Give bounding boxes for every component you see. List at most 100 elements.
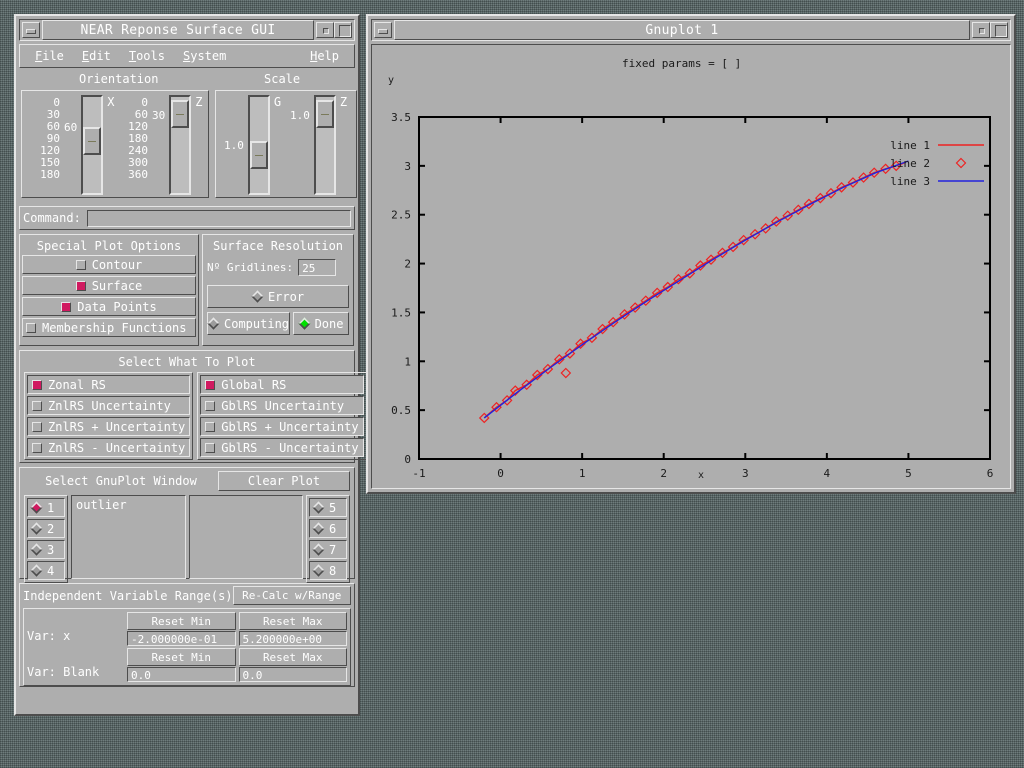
- min-x-input[interactable]: -2.000000e-01: [127, 631, 236, 646]
- orientation-title: Orientation: [79, 72, 159, 86]
- svg-text:-1: -1: [412, 467, 425, 480]
- scale-z-axis-label: Z: [339, 95, 348, 109]
- radio-1-diamond-icon: [30, 501, 43, 514]
- reset-max-blank-button[interactable]: Reset Max: [238, 648, 347, 666]
- zonal-rs-column: Zonal RS ZnlRS Uncertainty ZnlRS + Uncer…: [24, 372, 194, 460]
- gnuplot-minimize-icon[interactable]: [374, 22, 392, 38]
- checkbox-znlrs-minus-uncertainty[interactable]: ZnlRS - Uncertainty: [27, 438, 191, 457]
- gridlines-input[interactable]: 25: [298, 259, 337, 276]
- max-x-input[interactable]: 5.200000e+00: [238, 631, 347, 646]
- contour-checkbox-icon: [75, 259, 86, 270]
- checkbox-znlrs-uncertainty[interactable]: ZnlRS Uncertainty: [27, 396, 191, 415]
- surface-resolution-group: Surface Resolution Nº Gridlines: 25 Erro…: [202, 234, 354, 346]
- radio-3-diamond-icon: [30, 543, 43, 556]
- data-points-checkbox-icon: [61, 301, 72, 312]
- max-blank-input[interactable]: 0.0: [238, 667, 347, 682]
- svg-text:1: 1: [579, 467, 586, 480]
- scale-g-slider[interactable]: [247, 95, 270, 195]
- orientation-x-slider[interactable]: [81, 95, 104, 195]
- checkbox-zonal-rs[interactable]: Zonal RS: [27, 375, 191, 394]
- gridlines-label: Nº Gridlines:: [207, 261, 294, 274]
- menu-edit[interactable]: Edit: [73, 47, 120, 65]
- checkbox-surface[interactable]: Surface: [22, 276, 196, 295]
- gnuplot-radio-8[interactable]: 8: [309, 561, 347, 580]
- gnuplot-canvas[interactable]: fixed params = [ ] y x -1 0 1 2 3 4 5 6 0 0.5 1 1.5…: [371, 44, 1011, 489]
- orientation-group: 0 30 60 90 120 150 180 60 X 0 60 120 180…: [21, 90, 209, 198]
- error-indicator[interactable]: Error: [207, 285, 349, 308]
- command-input[interactable]: [86, 209, 351, 227]
- radio-7-diamond-icon: [312, 543, 325, 556]
- gnuplot-radio-7[interactable]: 7: [309, 540, 347, 559]
- checkbox-gblrs-minus-uncertainty[interactable]: GblRS - Uncertainty: [200, 438, 364, 457]
- independent-ranges-title: Independent Variable Range(s): [23, 588, 233, 603]
- orientation-z-slider[interactable]: [169, 95, 192, 195]
- svg-text:2: 2: [660, 467, 667, 480]
- checkbox-znlrs-plus-uncertainty[interactable]: ZnlRS + Uncertainty: [27, 417, 191, 436]
- surface-checkbox-icon: [75, 280, 86, 291]
- recalc-with-range-button[interactable]: Re-Calc w/Range: [232, 586, 351, 605]
- reset-max-x-button[interactable]: Reset Max: [238, 612, 347, 630]
- menu-help[interactable]: Help: [301, 47, 348, 65]
- orientation-z-axis-label: Z: [195, 95, 203, 109]
- surface-resolution-title: Surface Resolution: [212, 239, 344, 253]
- gnuplot-window[interactable]: Gnuplot 1 fixed params = [ ] y x -1 0 1 2 3 4…: [366, 14, 1016, 494]
- scale-g-value: 1.0: [224, 139, 244, 152]
- checkbox-gblrs-uncertainty[interactable]: GblRS Uncertainty: [200, 396, 364, 415]
- gnuplot-radio-2[interactable]: 2: [27, 519, 65, 538]
- gnuplot-restore-icon[interactable]: [972, 22, 990, 38]
- svg-text:0: 0: [404, 453, 411, 466]
- clear-plot-button[interactable]: Clear Plot: [218, 471, 350, 491]
- computing-diamond-icon: [207, 317, 220, 330]
- radio-2-diamond-icon: [30, 522, 43, 535]
- near-response-surface-window[interactable]: NEAR Reponse Surface GUI FFileile Edit T…: [14, 14, 367, 716]
- orientation-x-axis-label: X: [107, 95, 115, 109]
- svg-text:1.5: 1.5: [391, 306, 411, 319]
- minimize-icon[interactable]: [22, 22, 40, 38]
- maximize-icon[interactable]: [334, 22, 352, 38]
- zonal-rs-checkbox-icon: [32, 379, 42, 390]
- gnuplot-radio-5[interactable]: 5: [309, 498, 347, 517]
- scale-z-slider[interactable]: [313, 95, 336, 195]
- checkbox-membership-functions[interactable]: Membership Functions: [22, 318, 196, 337]
- checkbox-global-rs[interactable]: Global RS: [200, 375, 364, 394]
- window-titlebar[interactable]: NEAR Reponse Surface GUI: [19, 19, 355, 41]
- reset-min-blank-button[interactable]: Reset Min: [127, 648, 236, 666]
- gblrs-plus-uncertainty-checkbox-icon: [205, 421, 216, 432]
- checkbox-gblrs-plus-uncertainty[interactable]: GblRS + Uncertainty: [200, 417, 364, 436]
- gnuplot-titlebar[interactable]: Gnuplot 1: [371, 19, 1011, 41]
- radio-6-diamond-icon: [312, 522, 325, 535]
- menubar: FFileile Edit Tools System Help: [19, 44, 355, 68]
- svg-text:0: 0: [497, 467, 504, 480]
- restore-icon[interactable]: [316, 22, 334, 38]
- radio-5-diamond-icon: [312, 501, 325, 514]
- reset-min-x-button[interactable]: Reset Min: [127, 612, 236, 630]
- ranges-table: Var: x Reset Min Reset Max -2.000000e-01…: [23, 608, 351, 686]
- svg-text:5: 5: [905, 467, 912, 480]
- checkbox-data-points[interactable]: Data Points: [22, 297, 196, 316]
- menu-file[interactable]: FFileile: [26, 47, 73, 65]
- window-title: NEAR Reponse Surface GUI: [80, 22, 276, 38]
- orientation-z-value: 30: [152, 109, 166, 122]
- menu-system[interactable]: System: [174, 47, 235, 65]
- gnuplot-radio-3[interactable]: 3: [27, 540, 65, 559]
- gnuplot-maximize-icon[interactable]: [990, 22, 1008, 38]
- svg-text:4: 4: [824, 467, 831, 480]
- gnuplot-list-left[interactable]: outlier: [71, 495, 186, 579]
- done-indicator[interactable]: Done: [293, 312, 349, 335]
- gblrs-minus-uncertainty-checkbox-icon: [205, 442, 216, 453]
- svg-text:6: 6: [987, 467, 994, 480]
- min-blank-input[interactable]: 0.0: [127, 667, 236, 682]
- gnuplot-radio-6[interactable]: 6: [309, 519, 347, 538]
- scale-title: Scale: [264, 72, 301, 86]
- command-row: Command:: [19, 206, 355, 230]
- checkbox-contour[interactable]: Contour: [22, 255, 196, 274]
- independent-variable-ranges-group: Independent Variable Range(s) Re-Calc w/…: [19, 583, 355, 687]
- computing-indicator[interactable]: Computing: [207, 312, 291, 335]
- gnuplot-list-right[interactable]: [188, 495, 303, 579]
- gnuplot-radio-1[interactable]: 1: [27, 498, 65, 517]
- radio-8-diamond-icon: [312, 564, 325, 577]
- done-diamond-icon: [297, 317, 311, 330]
- select-what-to-plot-group: Select What To Plot Zonal RS ZnlRS Uncer…: [19, 350, 367, 463]
- menu-tools[interactable]: Tools: [120, 47, 174, 65]
- gnuplot-radio-4[interactable]: 4: [27, 561, 65, 580]
